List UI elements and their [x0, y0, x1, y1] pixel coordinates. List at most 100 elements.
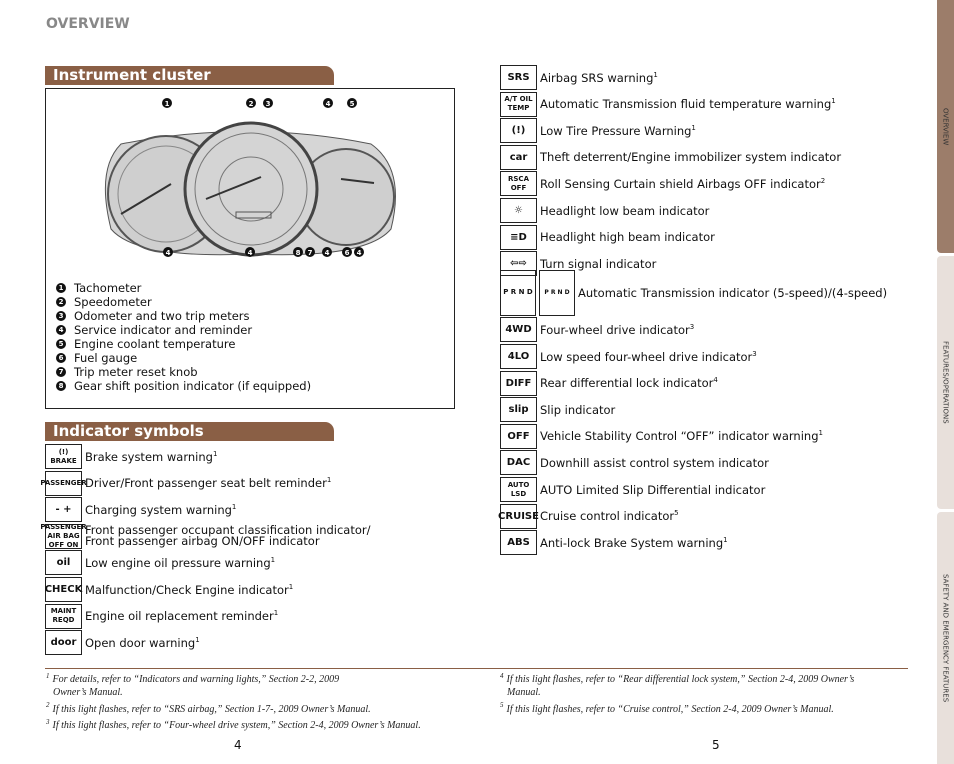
indicator-text: Theft deterrent/Engine immobilizer syste…	[540, 150, 842, 165]
instrument-cluster-title: Instrument cluster	[45, 66, 334, 85]
footnote-text: Manual.	[507, 686, 541, 698]
footnote-text: If this light flashes, refer to “Rear di…	[506, 674, 855, 686]
indicator-text: Low engine oil pressure warning	[85, 555, 271, 570]
callout-b2: 4	[245, 247, 255, 257]
4lo-icon: 4LO	[500, 344, 537, 369]
indicator-label: Vehicle Stability Control “OFF” indicato…	[540, 429, 823, 443]
svg-text:5: 5	[350, 100, 355, 108]
legend-number: 8	[56, 381, 66, 391]
rear-diff-lock-icon: DIFF	[500, 370, 537, 396]
indicator-row: OFF Vehicle Stability Control “OFF” indic…	[500, 423, 823, 449]
svg-text:8: 8	[296, 249, 301, 257]
indicator-row: PASSENGER Driver/Front passenger seat bel…	[40, 470, 332, 496]
rsca-off-icon: RSCA OFF	[500, 171, 537, 197]
indicator-label: Four-wheel drive indicator3	[540, 323, 694, 337]
tab-safety-emergency[interactable]: SAFETY AND EMERGENCY FEATURES	[937, 512, 954, 764]
indicator-text: Automatic Transmission indicator (5-spee…	[578, 285, 888, 300]
callout-b4: 7	[305, 247, 315, 257]
indicator-text: Headlight high beam indicator	[540, 230, 715, 245]
legend-label: Engine coolant temperature	[74, 337, 236, 351]
legend-number: 4	[56, 325, 66, 335]
indicator-label: Airbag SRS warning1	[540, 71, 658, 85]
seat-belt-icon: PASSENGER	[40, 470, 87, 496]
indicator-row: car Theft deterrent/Engine immobilizer sy…	[500, 144, 842, 170]
indicator-label: Anti-lock Brake System warning1	[540, 536, 728, 550]
indicator-row: (!) Low Tire Pressure Warning1	[500, 118, 696, 144]
airbag-srs-icon: SRS	[500, 65, 537, 90]
svg-text:4: 4	[357, 249, 362, 257]
indicator-row: oil Low engine oil pressure warning1	[45, 550, 275, 576]
tab-overview[interactable]: OVERVIEW	[937, 0, 954, 253]
indicator-label: Automatic Transmission indicator (5-spee…	[578, 286, 887, 300]
indicator-text: Vehicle Stability Control “OFF” indicato…	[540, 429, 819, 444]
auto-lsd-icon: AUTO LSD	[500, 477, 537, 502]
footnote-text: If this light flashes, refer to “SRS air…	[52, 703, 371, 715]
indicator-row: 4LO Low speed four-wheel drive indicator3	[500, 344, 757, 369]
svg-text:4: 4	[326, 100, 331, 108]
indicator-row: ABS Anti-lock Brake System warning1	[500, 530, 728, 556]
indicator-row: CHECK Malfunction/Check Engine indicator1	[45, 577, 293, 602]
at-oil-temp-icon: A/T OIL TEMP	[500, 91, 537, 117]
legend-item: 7 Trip meter reset knob	[56, 365, 311, 379]
indicator-row: SRS Airbag SRS warning1	[500, 65, 658, 90]
indicator-label: Automatic Transmission fluid temperature…	[540, 97, 836, 111]
footnote-ref: 2	[820, 177, 826, 186]
callout-3: 3	[263, 98, 273, 108]
indicator-row: DIFF Rear differential lock indicator4	[500, 370, 718, 396]
legend-item: 6 Fuel gauge	[56, 351, 311, 365]
callout-4: 4	[323, 98, 333, 108]
indicator-text: AUTO Limited Slip Differential indicator	[540, 482, 766, 497]
indicator-text: Brake system warning	[85, 449, 213, 464]
footnote-ref: 1	[212, 449, 218, 458]
open-door-icon: door	[45, 630, 82, 656]
footnote-ref: 1	[691, 123, 696, 132]
footnote: 5 If this light flashes, refer to “Cruise…	[500, 699, 900, 716]
indicator-row: slip Slip indicator	[500, 397, 615, 423]
four-wheel-drive-icon: 4WD	[500, 317, 537, 343]
footnote-ref: 1	[195, 635, 200, 644]
indicator-label: Headlight low beam indicator	[540, 204, 709, 218]
footnote-ref: 1	[231, 502, 237, 511]
headlight-high-icon: ≡D	[500, 224, 537, 250]
legend-label: Speedometer	[74, 295, 152, 309]
callout-b6: 6	[342, 247, 352, 257]
indicator-row: PASSENGER AIR BAG OFF ON Front passenger …	[40, 523, 371, 549]
legend-number: 7	[56, 367, 66, 377]
indicator-label: Low engine oil pressure warning1	[85, 556, 275, 570]
downhill-assist-icon: DAC	[500, 450, 537, 476]
indicator-text: Airbag SRS warning	[540, 70, 654, 85]
svg-text:6: 6	[345, 249, 350, 257]
indicator-label: Brake system warning1	[85, 450, 217, 464]
indicator-text: Automatic Transmission fluid temperature…	[540, 97, 832, 112]
svg-text:7: 7	[308, 249, 313, 257]
legend-label: Tachometer	[74, 281, 142, 295]
footnote: 1 For details, refer to “Indicators and w…	[46, 670, 486, 699]
footnote-text: For details, refer to “Indicators and wa…	[52, 674, 340, 686]
footnote-ref: 1	[270, 556, 276, 565]
footnote: 3 If this light flashes, refer to “Four-w…	[46, 716, 486, 733]
svg-text:3: 3	[266, 100, 271, 108]
footnote-ref: 1	[326, 476, 332, 485]
transmission-indicator-icon: P R N D	[539, 269, 575, 316]
legend-label: Service indicator and reminder	[74, 323, 253, 337]
legend-item: 2 Speedometer	[56, 295, 311, 309]
tab-features-operations[interactable]: FEATURES/OPERATIONS	[937, 256, 954, 509]
legend-label: Fuel gauge	[74, 351, 138, 365]
indicator-row: ≡D Headlight high beam indicator	[500, 224, 715, 250]
indicator-label: Headlight high beam indicator	[540, 230, 715, 244]
legend-label: Gear shift position indicator (if equipp…	[74, 379, 312, 393]
footnote-text: If this light flashes, refer to “Four-wh…	[52, 720, 421, 732]
indicator-row: A/T OIL TEMP Automatic Transmission fluid…	[500, 91, 836, 117]
section-header: OVERVIEW	[46, 16, 130, 32]
footnote-divider	[45, 668, 908, 669]
maint-reqd-icon: MAINT REQD	[45, 603, 82, 629]
transmission-indicator-icon: P R N D	[500, 269, 536, 316]
indicator-row: - + Charging system warning1	[45, 497, 237, 523]
footnote-number: 3	[46, 718, 50, 727]
indicator-text: Cruise control indicator	[540, 509, 675, 524]
callout-b5: 4	[322, 247, 332, 257]
indicator-label: Turn signal indicator	[540, 257, 656, 271]
indicator-label: Low speed four-wheel drive indicator3	[540, 350, 757, 364]
footnote-ref: 1	[653, 70, 658, 79]
indicator-text: Front passenger airbag ON/OFF indicator	[85, 534, 320, 549]
